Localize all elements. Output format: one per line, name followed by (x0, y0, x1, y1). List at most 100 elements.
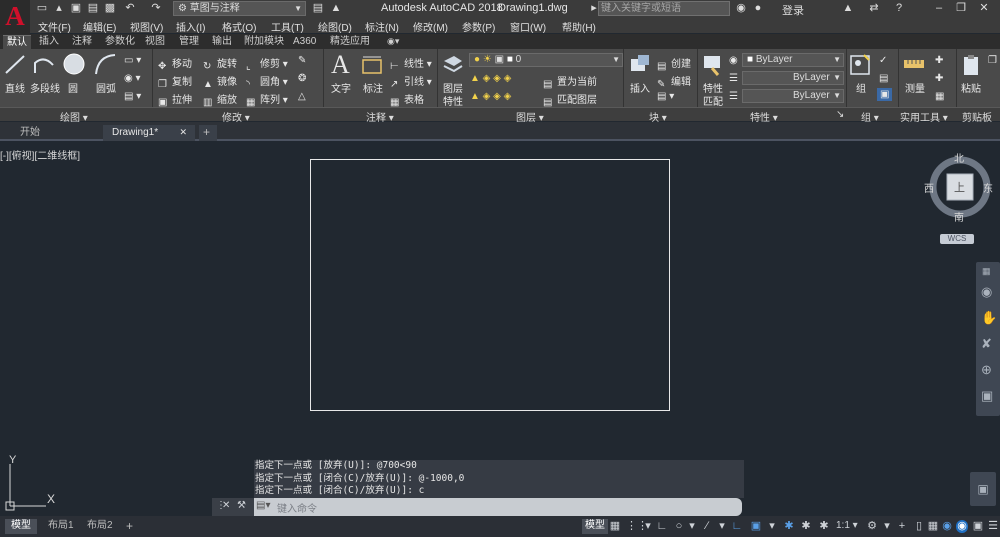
rectangle-icon[interactable]: ▭ ▾ (124, 55, 141, 66)
layer-tools-row1[interactable]: ▲ ◈ ◈ ◈ (470, 73, 511, 84)
linear-dim-button[interactable]: ⊢ 线性 ▾ (390, 55, 432, 72)
copy-clip-icon[interactable]: ❐ (988, 55, 997, 66)
viewcube-west[interactable]: 西 (924, 180, 934, 195)
rotate-button[interactable]: ↻ 旋转 (203, 55, 237, 72)
annotation-scale-icon[interactable]: ✱ (818, 520, 830, 533)
viewcube-top[interactable]: 上 (954, 179, 965, 195)
wrench-icon[interactable]: ⚒ (237, 500, 246, 511)
fillet-button[interactable]: ◝ 圆角 ▾ (246, 73, 288, 90)
undo-icon[interactable]: ↶ (124, 2, 136, 14)
dimension-tool-icon[interactable] (360, 53, 384, 77)
menu-edit[interactable]: 编辑(E) (83, 19, 116, 34)
group-button[interactable]: 组 (856, 80, 866, 95)
array-button[interactable]: ▦ 阵列 ▾ (246, 91, 288, 108)
erase-icon[interactable]: ✎ (298, 55, 306, 66)
quick-properties-icon[interactable]: ▦ (927, 520, 939, 533)
annotation-monitor-icon[interactable]: ▣ (970, 472, 996, 506)
open-file-icon[interactable]: ▴ (53, 2, 65, 14)
viewcube-east[interactable]: 东 (983, 180, 993, 195)
menu-dimension[interactable]: 标注(N) (365, 19, 399, 34)
lineweight-dropdown[interactable]: ByLayer ▼ (742, 89, 844, 103)
point-style-icon[interactable]: ✚ (935, 55, 943, 66)
match-tool-icon[interactable]: ▲ (330, 2, 342, 14)
calculator-icon[interactable]: ▦ (935, 91, 944, 102)
edit-block-button[interactable]: ✎ 编辑 (657, 73, 691, 90)
scale-selector[interactable]: 1:1 ▾ (836, 520, 858, 531)
measure-button[interactable]: 测量 (905, 80, 925, 95)
line-button[interactable]: 直线 (5, 80, 25, 95)
arc-tool-icon[interactable] (93, 52, 117, 76)
binoculars-icon[interactable]: ◉ (735, 2, 747, 14)
group-icon[interactable] (849, 52, 873, 78)
navbar-close-icon[interactable]: ▦ (982, 266, 991, 277)
tab-start[interactable]: 开始 (0, 125, 100, 141)
wcs-menu[interactable]: WCS (940, 234, 974, 244)
tab-default[interactable]: 默认 (3, 35, 31, 49)
polar-icon[interactable]: ○ (673, 520, 685, 533)
save-as-icon[interactable]: ▤ (87, 2, 99, 14)
tab-parametric[interactable]: 参数化 (101, 35, 139, 49)
close-icon[interactable]: ✕ (978, 2, 990, 14)
workspace-switch-icon[interactable]: ⚙ (866, 520, 878, 533)
auto-scale-icon[interactable]: ✱ (800, 520, 812, 533)
units-icon[interactable]: ▯ (913, 520, 925, 533)
measure-icon[interactable] (902, 54, 926, 76)
layer-dropdown[interactable]: ● ☀ ▣ ■ 0 ▼ (469, 53, 623, 67)
match-properties-icon[interactable] (702, 53, 724, 77)
workspace-dropdown[interactable]: ⚙ 草图与注释 ▼ (173, 1, 306, 16)
trim-button[interactable]: ⌞ 修剪 ▾ (246, 55, 288, 72)
menu-insert[interactable]: 插入(I) (176, 19, 205, 34)
isolate-objects-icon[interactable]: ◉ (941, 520, 953, 533)
ribbon-options-icon[interactable]: ◉▾ (383, 35, 403, 49)
drawn-rectangle[interactable] (310, 159, 670, 411)
dimension-button[interactable]: 标注 (363, 80, 383, 95)
orbit-icon[interactable]: ⊕ (981, 362, 992, 378)
command-input[interactable]: 键入命令 (277, 500, 317, 515)
menu-modify[interactable]: 修改(M) (413, 19, 448, 34)
paste-icon[interactable] (961, 53, 983, 77)
polar-menu-icon[interactable]: ▾ (686, 520, 698, 533)
table-button[interactable]: ▦ 表格 (390, 91, 424, 108)
pan-hand-icon[interactable]: ✋ (981, 310, 997, 326)
grid-icon[interactable]: ▦ (609, 520, 621, 533)
menu-parametric[interactable]: 参数(P) (462, 19, 495, 34)
tab-featured-apps[interactable]: 精选应用 (326, 35, 374, 49)
tab-manage[interactable]: 管理 (175, 35, 203, 49)
linetype-dropdown[interactable]: ByLayer ▼ (742, 71, 844, 85)
snap-menu-icon[interactable]: ▾ (642, 520, 654, 533)
restore-icon[interactable]: ❐ (955, 2, 967, 14)
line-tool-icon[interactable] (4, 53, 26, 77)
save-icon[interactable]: ▣ (70, 2, 82, 14)
command-prompt-icon[interactable]: ▤▾ (256, 500, 270, 511)
match-properties-line2[interactable]: 匹配 (703, 93, 723, 108)
command-line[interactable]: ⋮ ✕ ⚒ ▤▾ 键入命令 (212, 498, 742, 516)
autocad-logo[interactable]: A (0, 0, 30, 34)
menu-format[interactable]: 格式(O) (222, 19, 256, 34)
create-block-button[interactable]: ▤ 创建 (657, 55, 691, 72)
cart-icon[interactable]: ▲ (842, 2, 854, 14)
isodraft-icon[interactable]: ∕ (701, 520, 713, 533)
plot-icon[interactable]: ▩ (104, 2, 116, 14)
text-tool-icon[interactable]: A (331, 50, 350, 80)
stretch-button[interactable]: ▣ 拉伸 (158, 91, 192, 108)
steering-wheel-icon[interactable]: ◉ (981, 284, 992, 300)
tab-annotate[interactable]: 注释 (68, 35, 96, 49)
polyline-tool-icon[interactable] (32, 53, 56, 77)
lineweight-toggle-icon[interactable]: ▣ (750, 520, 762, 533)
circle-tool-icon[interactable] (62, 52, 86, 76)
exchange-icon[interactable]: ⇄ (868, 2, 880, 14)
annotation-monitor-toggle-icon[interactable]: + (896, 520, 908, 533)
layer-properties-icon[interactable] (442, 53, 464, 77)
menu-window[interactable]: 窗口(W) (510, 19, 546, 34)
ellipse-icon[interactable]: ▤ ▾ (124, 91, 141, 102)
zoom-extents-icon[interactable]: ✘ (981, 336, 992, 352)
viewcube-north[interactable]: 北 (954, 150, 964, 165)
scale-button[interactable]: ▥ 缩放 (203, 91, 237, 108)
layer-properties-line2[interactable]: 特性 (443, 93, 463, 108)
menu-tools[interactable]: 工具(T) (271, 19, 304, 34)
help-icon[interactable]: ? (893, 2, 905, 14)
tab-layout1[interactable]: 布局1 (42, 519, 80, 534)
block-attributes-icon[interactable]: ▤ ▾ (657, 91, 674, 102)
tab-output[interactable]: 输出 (208, 35, 236, 49)
clean-screen-icon[interactable]: ▣ (972, 520, 984, 533)
